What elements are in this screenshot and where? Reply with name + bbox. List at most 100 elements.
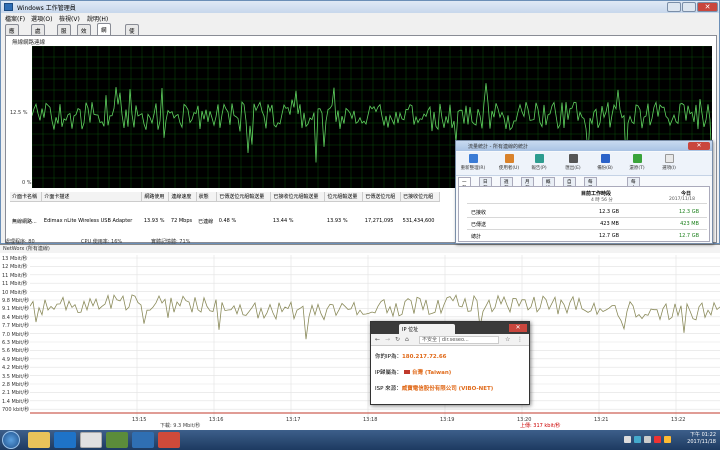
insecure-label: 不安全 (422, 337, 438, 343)
axis-bottom-label: 0 % (22, 180, 32, 186)
y-axis-label: 4.9 Mbit/秒 (2, 356, 30, 363)
tray-arrow-icon[interactable] (624, 436, 631, 443)
close-button[interactable]: ✕ (697, 2, 718, 12)
y-axis-label: 4.2 Mbit/秒 (2, 365, 30, 372)
menu-bar: 檔案(F) 選項(O) 檢視(V) 說明(H) (1, 13, 719, 23)
menu-file[interactable]: 檔案(F) (5, 14, 25, 23)
menu-view[interactable]: 檢視(V) (59, 14, 80, 23)
column-header[interactable]: 位元組輸送量 (324, 192, 364, 202)
tab-processes[interactable]: 處理程序 (31, 24, 45, 59)
column-header[interactable]: 介面卡描述 (41, 192, 143, 202)
export-button[interactable]: 匯出(E) (560, 154, 586, 171)
report-label: 報告(P) (531, 166, 547, 171)
tab-performance[interactable]: 效能 (77, 24, 91, 43)
total-session: 12.7 GB (598, 233, 619, 239)
explorer-icon[interactable] (28, 432, 50, 448)
column-header[interactable]: 連線速度 (168, 192, 197, 202)
y-axis-label: 9.1 Mbit/秒 (2, 306, 30, 313)
refresh-button[interactable]: 重新整理(R) (460, 154, 486, 171)
stats-tab[interactable]: 概述 (542, 177, 555, 191)
stats-tab[interactable]: 每日工作時段 (584, 177, 597, 215)
backup-button[interactable]: 備份(B) (592, 154, 618, 171)
menu-help[interactable]: 說明(H) (87, 14, 108, 23)
title-bar[interactable]: 流量統計 - 所有連線的統計 ✕ (456, 141, 712, 151)
title-bar[interactable]: Windows 工作管理員 ✕ (1, 1, 719, 13)
report-button[interactable]: 報告(P) (526, 154, 552, 171)
export-icon (568, 154, 578, 163)
stats-tab[interactable]: 月報 (521, 177, 534, 191)
stats-tab[interactable]: 日報 (479, 177, 492, 191)
table-cell: 72 Mbps (170, 218, 193, 224)
menu-options[interactable]: 選項(O) (31, 14, 52, 23)
close-button[interactable]: ✕ (509, 324, 527, 332)
table-row[interactable]: 無線網路... Edimax nLite Wireless USB Adapter… (10, 202, 440, 241)
sent-today: 423 MB (680, 221, 699, 227)
taskmgr-icon[interactable] (106, 432, 128, 448)
stats-tab[interactable]: 每小時分析 (627, 177, 640, 209)
users-button[interactable]: 使用者(U) (496, 154, 522, 171)
chrome-icon[interactable] (80, 432, 102, 448)
taskbar: 下午 01:22 2017/11/18 (0, 430, 720, 450)
start-button[interactable] (2, 431, 20, 449)
toolbar: 重新整理(R) 使用者(U) 報告(P) 匯出(E) 備份(B) 還原(T) 選… (456, 152, 712, 176)
volume-icon[interactable] (644, 436, 651, 443)
flag-tray-icon[interactable] (664, 436, 671, 443)
networx-graph-window: NetWorx (所有連線) 下載: 9.3 Mbit/秒 上傳: 317 kb… (0, 244, 720, 430)
y-axis-label: 12 Mbit/秒 (2, 264, 28, 271)
received-today: 12.3 GB (678, 209, 699, 215)
backup-label: 備份(B) (597, 166, 613, 171)
total-today: 12.7 GB (678, 233, 699, 239)
tab-services[interactable]: 服務 (57, 24, 71, 43)
network-icon[interactable] (634, 436, 641, 443)
tab-label: IP 位址 (402, 327, 419, 333)
restore-label: 還原(T) (629, 166, 645, 171)
column-header[interactable]: 介面卡名稱 (10, 192, 43, 202)
tab-networking[interactable]: 網路功能 (97, 23, 111, 58)
options-button[interactable]: 選項(I) (656, 154, 682, 171)
star-icon[interactable]: ☆ (505, 336, 510, 343)
y-axis-label: 2.1 Mbit/秒 (2, 390, 30, 397)
close-button[interactable]: ✕ (688, 142, 710, 150)
upload-label: 上傳: 317 kbit/秒 (520, 423, 561, 429)
column-header[interactable]: 網路使用 (141, 192, 170, 202)
back-icon[interactable]: ← (375, 336, 380, 343)
ie-icon[interactable] (54, 432, 76, 448)
region-line: IP歸屬為： 台灣 (Taiwan) (375, 368, 451, 376)
column-header[interactable]: 已接收位元組輸送量 (270, 192, 326, 202)
networx-tray-icon[interactable] (654, 436, 661, 443)
refresh-icon (468, 154, 478, 163)
column-header[interactable]: 已傳送位元組輸送量 (216, 192, 272, 202)
y-axis-label: 6.3 Mbit/秒 (2, 340, 30, 346)
report-icon (534, 154, 544, 163)
column-header[interactable]: 狀態 (196, 192, 218, 202)
table-cell: 無線網路... (12, 218, 37, 225)
tab-users[interactable]: 使用者 (125, 24, 139, 51)
clock-time: 下午 01:22 (690, 432, 716, 438)
table-cell: 0.48 % (218, 218, 237, 224)
minimize-button[interactable] (667, 2, 681, 12)
restore-button[interactable]: 還原(T) (624, 154, 650, 171)
y-axis-label: 700 kbit/秒 (2, 407, 30, 414)
stats-tab[interactable]: 一般 (458, 177, 471, 191)
forward-icon[interactable]: → (385, 336, 390, 343)
network-app-icon[interactable] (132, 432, 154, 448)
reload-icon[interactable]: ↻ (395, 336, 400, 343)
column-header[interactable]: 已接收位元組 (400, 192, 440, 202)
y-axis-label: 3.5 Mbit/秒 (2, 373, 30, 380)
networx-icon[interactable] (158, 432, 180, 448)
browser-tab[interactable]: IP 位址 (399, 324, 455, 334)
stats-tab[interactable]: 自訂 (563, 177, 576, 191)
stats-tab[interactable]: 週報 (500, 177, 513, 191)
menu-icon[interactable]: ⋮ (517, 336, 523, 343)
home-icon[interactable]: ⌂ (405, 336, 409, 343)
tab-applications[interactable]: 應用程式 (5, 24, 19, 59)
maximize-button[interactable] (682, 2, 696, 12)
region-label: IP歸屬為： (375, 370, 402, 376)
table-cell: 13.93 % (326, 218, 348, 224)
column-header[interactable]: 已傳送位元組 (362, 192, 402, 202)
options-label: 選項(I) (662, 166, 676, 171)
clock[interactable]: 下午 01:22 2017/11/18 (682, 432, 716, 446)
table-header-row: 介面卡名稱 介面卡描述 網路使用 連線速度 狀態 已傳送位元組輸送量 已接收位元組輸送量 位元… (10, 192, 440, 202)
networx-title[interactable]: NetWorx (所有連線) (0, 245, 720, 253)
url-field[interactable]: 不安全 | dir.seseo... (419, 336, 499, 344)
